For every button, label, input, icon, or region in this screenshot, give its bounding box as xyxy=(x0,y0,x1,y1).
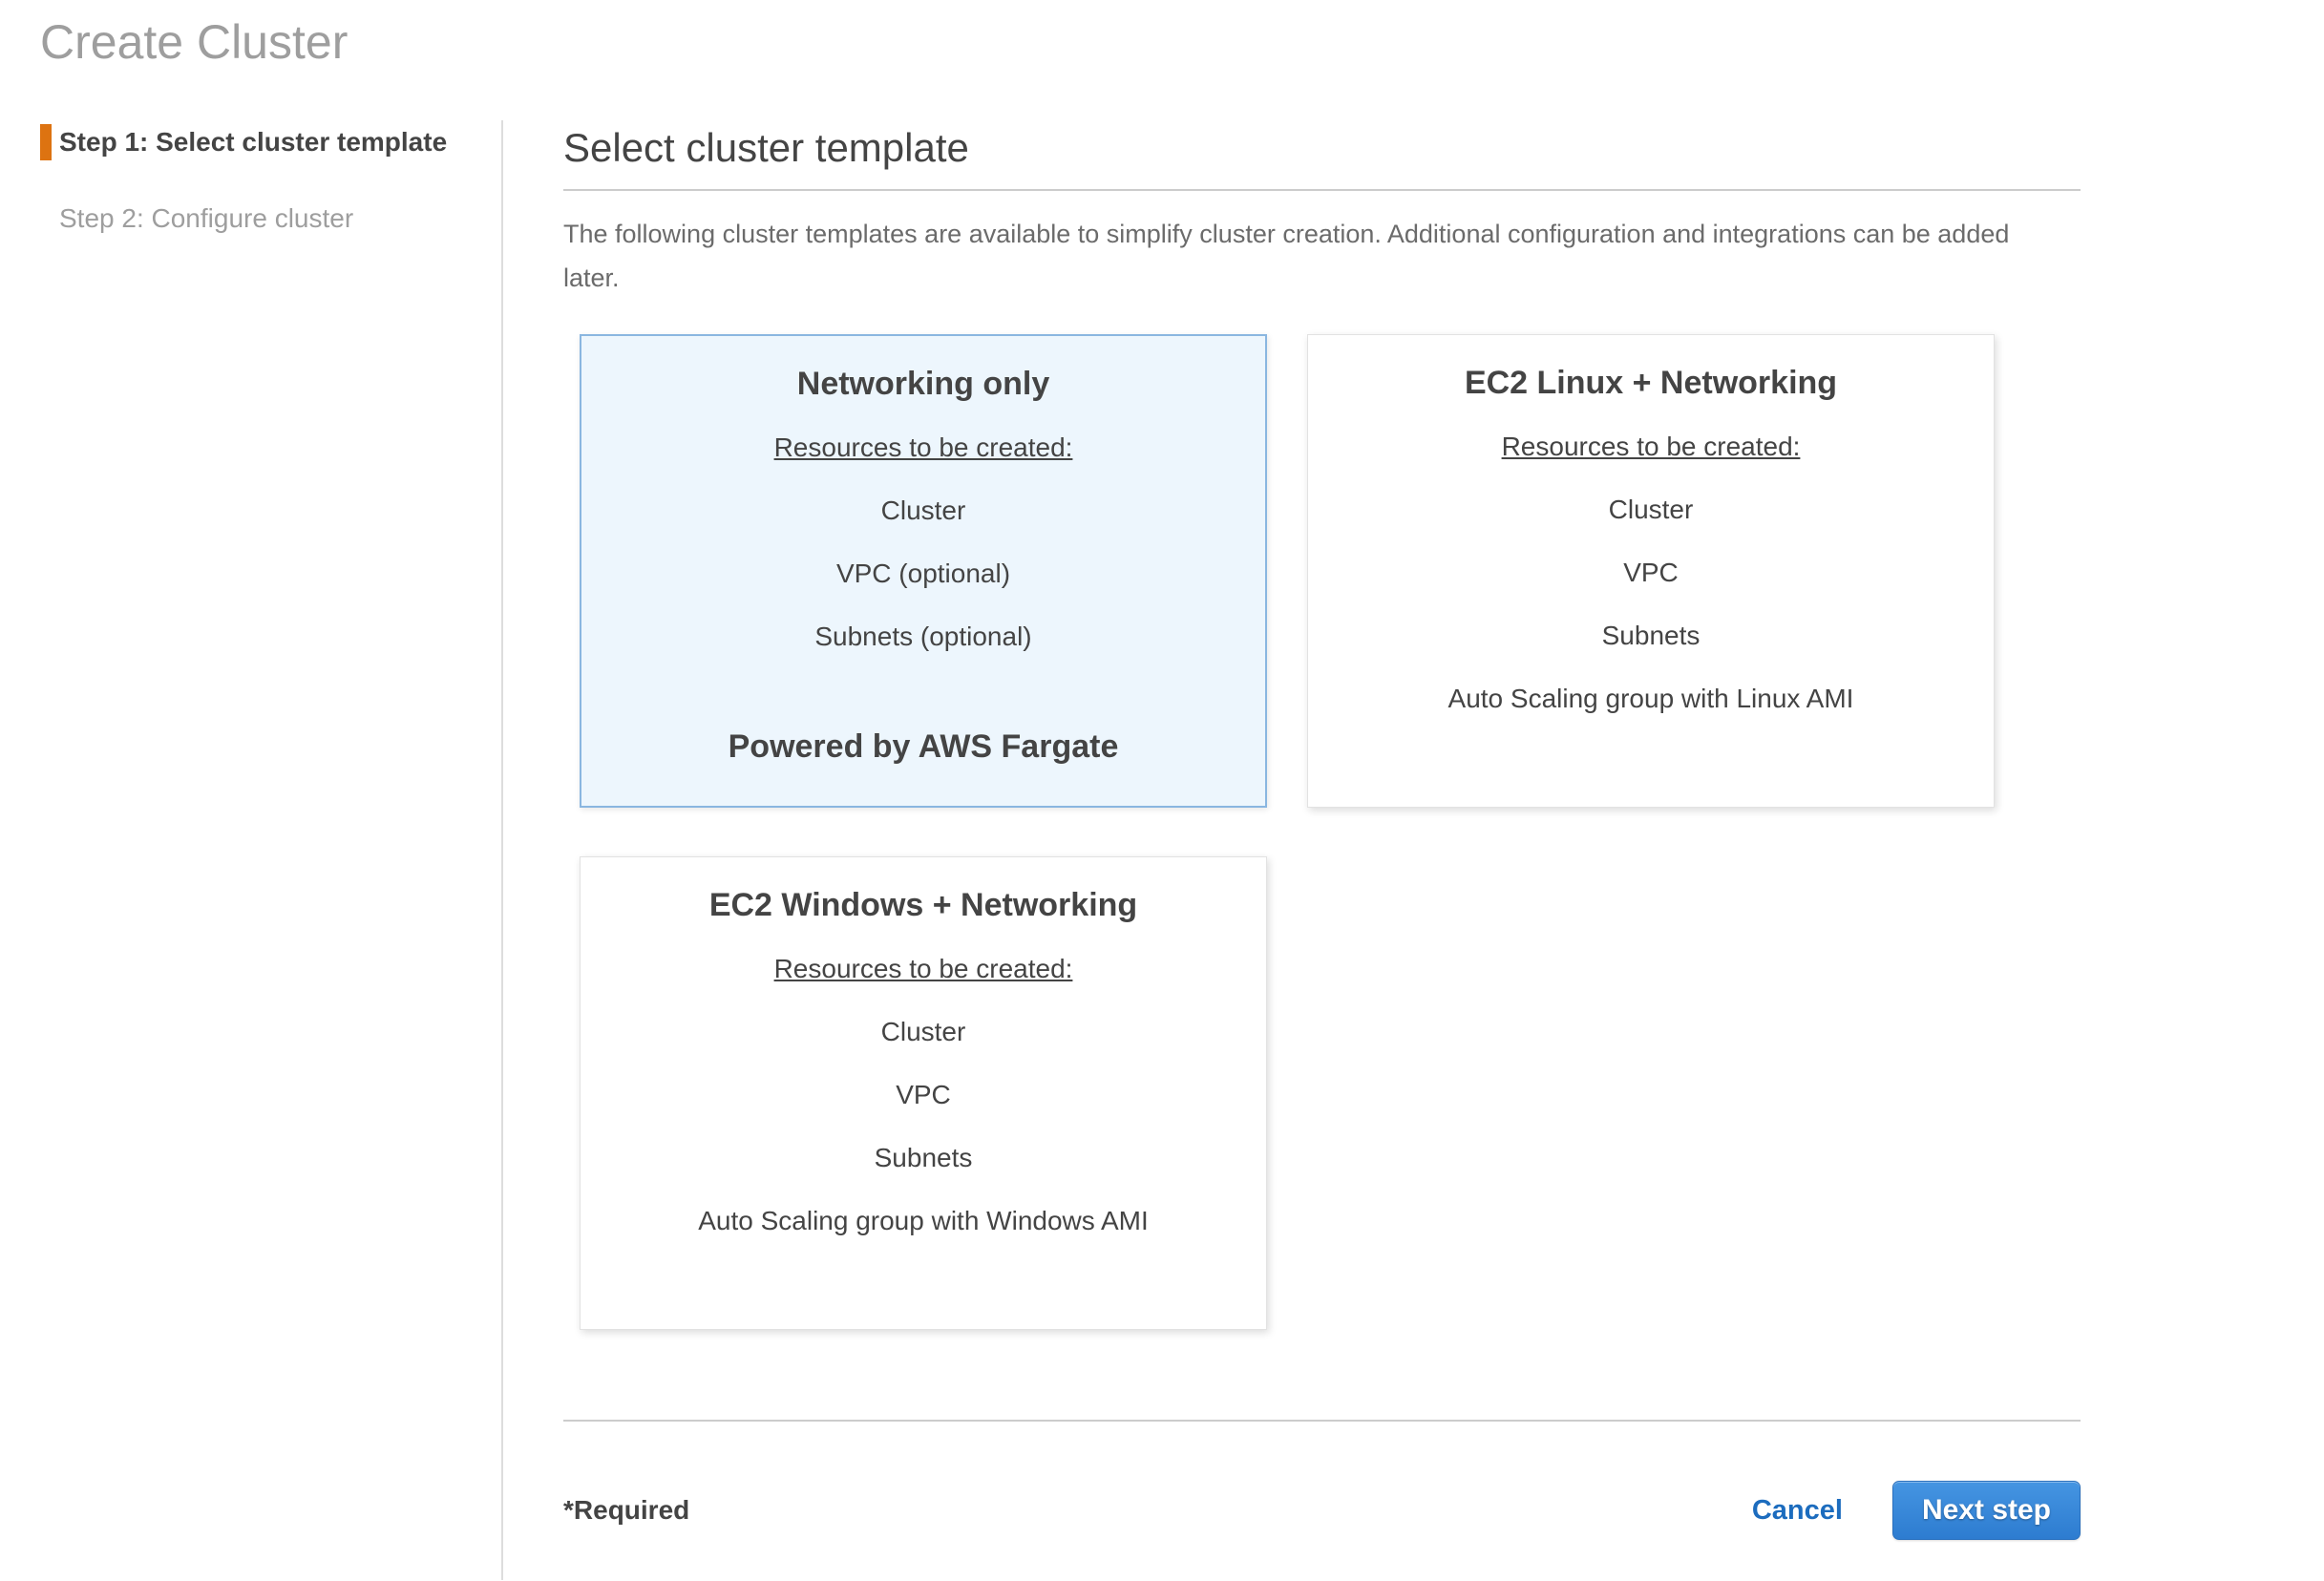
card-resource-item: Subnets (optional) xyxy=(581,621,1265,653)
footer-actions: Cancel Next step xyxy=(1746,1481,2081,1540)
required-note: *Required xyxy=(563,1495,689,1526)
card-resources-label: Resources to be created: xyxy=(1502,431,1801,463)
card-resources-label: Resources to be created: xyxy=(774,432,1073,464)
section-heading: Select cluster template xyxy=(563,124,2081,172)
sidebar-step-1-select-cluster-template[interactable]: Step 1: Select cluster template xyxy=(40,124,501,160)
wizard-body: Step 1: Select cluster template Step 2: … xyxy=(0,120,2324,1580)
card-resource-list: Cluster VPC (optional) Subnets (optional… xyxy=(581,495,1265,653)
steps-list: Step 1: Select cluster template Step 2: … xyxy=(0,124,501,237)
main-panel: Select cluster template The following cl… xyxy=(563,120,2081,1580)
heading-divider xyxy=(563,189,2081,191)
card-resource-item: Subnets xyxy=(581,1142,1266,1174)
card-resource-list: Cluster VPC Subnets Auto Scaling group w… xyxy=(581,1016,1266,1237)
footer-bar: *Required Cancel Next step xyxy=(563,1481,2081,1540)
template-card-networking-only[interactable]: Networking only Resources to be created:… xyxy=(580,334,1267,808)
next-step-button[interactable]: Next step xyxy=(1892,1481,2081,1540)
page-title: Create Cluster xyxy=(0,0,2324,69)
section-description: The following cluster templates are avai… xyxy=(563,212,2039,300)
card-resource-item: Cluster xyxy=(1308,494,1994,526)
template-card-ec2-windows-networking[interactable]: EC2 Windows + Networking Resources to be… xyxy=(580,856,1267,1330)
template-card-grid: Networking only Resources to be created:… xyxy=(580,334,2081,1330)
cancel-button[interactable]: Cancel xyxy=(1746,1494,1849,1528)
card-resource-item: VPC (optional) xyxy=(581,558,1265,590)
card-resource-item: Cluster xyxy=(581,1016,1266,1048)
card-fargate-note: Powered by AWS Fargate xyxy=(581,728,1265,766)
card-resource-list: Cluster VPC Subnets Auto Scaling group w… xyxy=(1308,494,1994,715)
card-resource-item: Auto Scaling group with Linux AMI xyxy=(1308,683,1994,715)
card-title: Networking only xyxy=(581,365,1265,403)
card-title: EC2 Linux + Networking xyxy=(1308,364,1994,402)
template-card-ec2-linux-networking[interactable]: EC2 Linux + Networking Resources to be c… xyxy=(1307,334,1995,808)
card-resource-item: VPC xyxy=(581,1079,1266,1111)
card-resources-label: Resources to be created: xyxy=(774,953,1073,985)
card-resource-item: VPC xyxy=(1308,557,1994,589)
card-resource-item: Cluster xyxy=(581,495,1265,527)
sidebar-step-2-configure-cluster[interactable]: Step 2: Configure cluster xyxy=(40,200,501,237)
card-resource-item: Auto Scaling group with Windows AMI xyxy=(581,1205,1266,1237)
card-resource-item: Subnets xyxy=(1308,620,1994,652)
card-title: EC2 Windows + Networking xyxy=(581,886,1266,924)
footer-divider xyxy=(563,1420,2081,1422)
wizard-steps-sidebar: Step 1: Select cluster template Step 2: … xyxy=(0,120,503,1580)
